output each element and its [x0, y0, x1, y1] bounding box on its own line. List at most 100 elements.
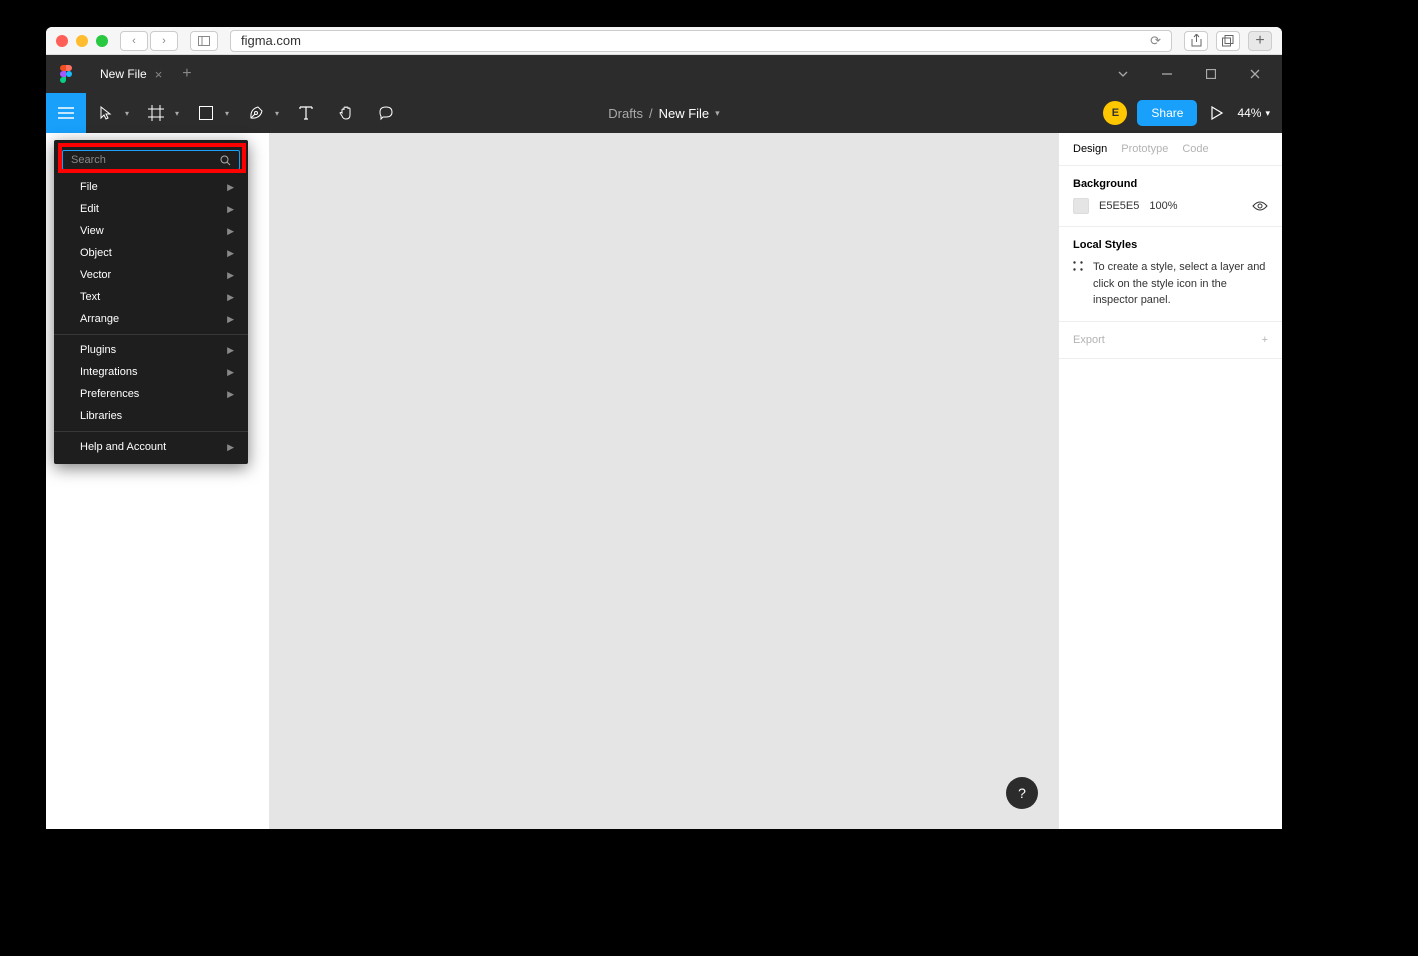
background-hex[interactable]: E5E5E5 — [1099, 200, 1139, 212]
menu-search-box[interactable] — [62, 150, 240, 170]
refresh-icon[interactable]: ⟳ — [1150, 33, 1161, 49]
menu-item-integrations[interactable]: Integrations ▶ — [54, 361, 248, 383]
canvas[interactable]: ? — [270, 133, 1058, 829]
menu-item-label: Plugins — [80, 344, 116, 356]
shape-tool[interactable] — [186, 93, 226, 133]
menu-item-file[interactable]: File ▶ — [54, 176, 248, 198]
local-styles-text: To create a style, select a layer and cl… — [1093, 259, 1268, 309]
menu-item-label: Edit — [80, 203, 99, 215]
menu-item-label: Libraries — [80, 410, 122, 422]
background-title: Background — [1073, 178, 1268, 190]
submenu-arrow-icon: ▶ — [227, 367, 234, 378]
menu-item-label: File — [80, 181, 98, 193]
toolbar-right: E Share 44% ▾ — [1103, 100, 1282, 126]
zoom-control[interactable]: 44% ▾ — [1237, 106, 1270, 120]
avatar[interactable]: E — [1103, 101, 1127, 125]
add-export-button[interactable]: + — [1262, 334, 1268, 346]
breadcrumb-separator: / — [649, 106, 653, 121]
comment-tool[interactable] — [366, 93, 406, 133]
collapse-icon[interactable] — [1104, 59, 1142, 89]
local-styles-title: Local Styles — [1073, 239, 1268, 251]
menu-item-libraries[interactable]: Libraries — [54, 405, 248, 427]
close-icon[interactable] — [1236, 59, 1274, 89]
present-button[interactable] — [1207, 102, 1227, 124]
sidebar-toggle-button[interactable] — [190, 31, 218, 51]
menu-item-preferences[interactable]: Preferences▶ — [54, 383, 248, 405]
chevron-down-icon: ▾ — [1265, 108, 1270, 119]
search-icon — [220, 155, 231, 166]
close-window-button[interactable] — [56, 35, 68, 47]
address-bar[interactable]: figma.com ⟳ — [230, 30, 1172, 52]
submenu-arrow-icon: ▶ — [227, 226, 234, 237]
background-opacity[interactable]: 100% — [1149, 200, 1177, 212]
menu-item-vector[interactable]: Vector ▶ — [54, 264, 248, 286]
tabs-icon[interactable] — [1216, 31, 1240, 51]
menu-item-arrange[interactable]: Arrange ▶ — [54, 308, 248, 330]
breadcrumb-folder: Drafts — [608, 106, 643, 121]
forward-button[interactable]: › — [150, 31, 178, 51]
submenu-arrow-icon: ▶ — [227, 345, 234, 356]
pen-tool[interactable] — [236, 93, 276, 133]
menu-item-label: Help and Account — [80, 441, 166, 453]
menu-search-input[interactable] — [71, 154, 220, 166]
back-button[interactable]: ‹ — [120, 31, 148, 51]
menu-item-text[interactable]: Text▶ — [54, 286, 248, 308]
main-menu-dropdown: File▶Edit▶View▶Object▶Vector▶Text▶Arrang… — [54, 140, 248, 464]
menu-item-label: Preferences — [80, 388, 139, 400]
menu-item-plugins[interactable]: Plugins ▶ — [54, 339, 248, 361]
new-tab-button[interactable]: + — [1248, 31, 1272, 51]
browser-chrome: ‹ › figma.com ⟳ + — [46, 27, 1282, 55]
menu-divider — [54, 334, 248, 335]
menu-item-help-and-account[interactable]: Help and Account ▶ — [54, 436, 248, 458]
figma-logo-icon[interactable] — [54, 62, 78, 86]
tab-code[interactable]: Code — [1182, 143, 1208, 155]
traffic-lights — [56, 35, 108, 47]
breadcrumb[interactable]: Drafts / New File ▾ — [608, 106, 719, 121]
hand-tool[interactable] — [326, 93, 366, 133]
color-swatch[interactable] — [1073, 198, 1089, 214]
share-icon[interactable] — [1184, 31, 1208, 51]
minimize-icon[interactable] — [1148, 59, 1186, 89]
submenu-arrow-icon: ▶ — [227, 292, 234, 303]
properties-tabs: Design Prototype Code — [1059, 133, 1282, 166]
tab-design[interactable]: Design — [1073, 143, 1107, 155]
menu-divider — [54, 431, 248, 432]
menu-item-object[interactable]: Object▶ — [54, 242, 248, 264]
text-tool[interactable] — [286, 93, 326, 133]
properties-panel: Design Prototype Code Background E5E5E5 … — [1058, 133, 1282, 829]
export-title: Export — [1073, 334, 1105, 346]
zoom-value: 44% — [1237, 106, 1261, 120]
menu-item-label: Object — [80, 247, 112, 259]
submenu-arrow-icon: ▶ — [227, 442, 234, 453]
move-tool[interactable] — [86, 93, 126, 133]
main-menu-button[interactable] — [46, 93, 86, 133]
chevron-down-icon[interactable]: ▾ — [715, 108, 720, 119]
maximize-window-button[interactable] — [96, 35, 108, 47]
frame-tool[interactable] — [136, 93, 176, 133]
visibility-toggle-icon[interactable] — [1252, 200, 1268, 212]
menu-item-view[interactable]: View▶ — [54, 220, 248, 242]
menu-item-label: Integrations — [80, 366, 137, 378]
close-tab-icon[interactable]: × — [155, 67, 163, 82]
help-button[interactable]: ? — [1006, 777, 1038, 809]
menu-item-label: Vector — [80, 269, 111, 281]
submenu-arrow-icon: ▶ — [227, 204, 234, 215]
submenu-arrow-icon: ▶ — [227, 270, 234, 281]
nav-buttons: ‹ › — [120, 31, 178, 51]
local-styles-section: Local Styles To create a style, select a… — [1059, 227, 1282, 322]
maximize-icon[interactable] — [1192, 59, 1230, 89]
share-button[interactable]: Share — [1137, 100, 1197, 126]
minimize-window-button[interactable] — [76, 35, 88, 47]
tab-prototype[interactable]: Prototype — [1121, 143, 1168, 155]
export-section: Export + — [1059, 322, 1282, 359]
menu-item-label: Arrange — [80, 313, 119, 325]
browser-right-buttons: + — [1184, 31, 1272, 51]
submenu-arrow-icon: ▶ — [227, 314, 234, 325]
url-text: figma.com — [241, 33, 301, 48]
new-file-tab-button[interactable]: + — [172, 65, 201, 83]
menu-item-edit[interactable]: Edit ▶ — [54, 198, 248, 220]
file-tab[interactable]: New File × — [88, 59, 172, 89]
tab-title: New File — [100, 67, 147, 81]
tool-group: ▾ ▾ ▾ ▾ — [86, 93, 406, 133]
submenu-arrow-icon: ▶ — [227, 182, 234, 193]
